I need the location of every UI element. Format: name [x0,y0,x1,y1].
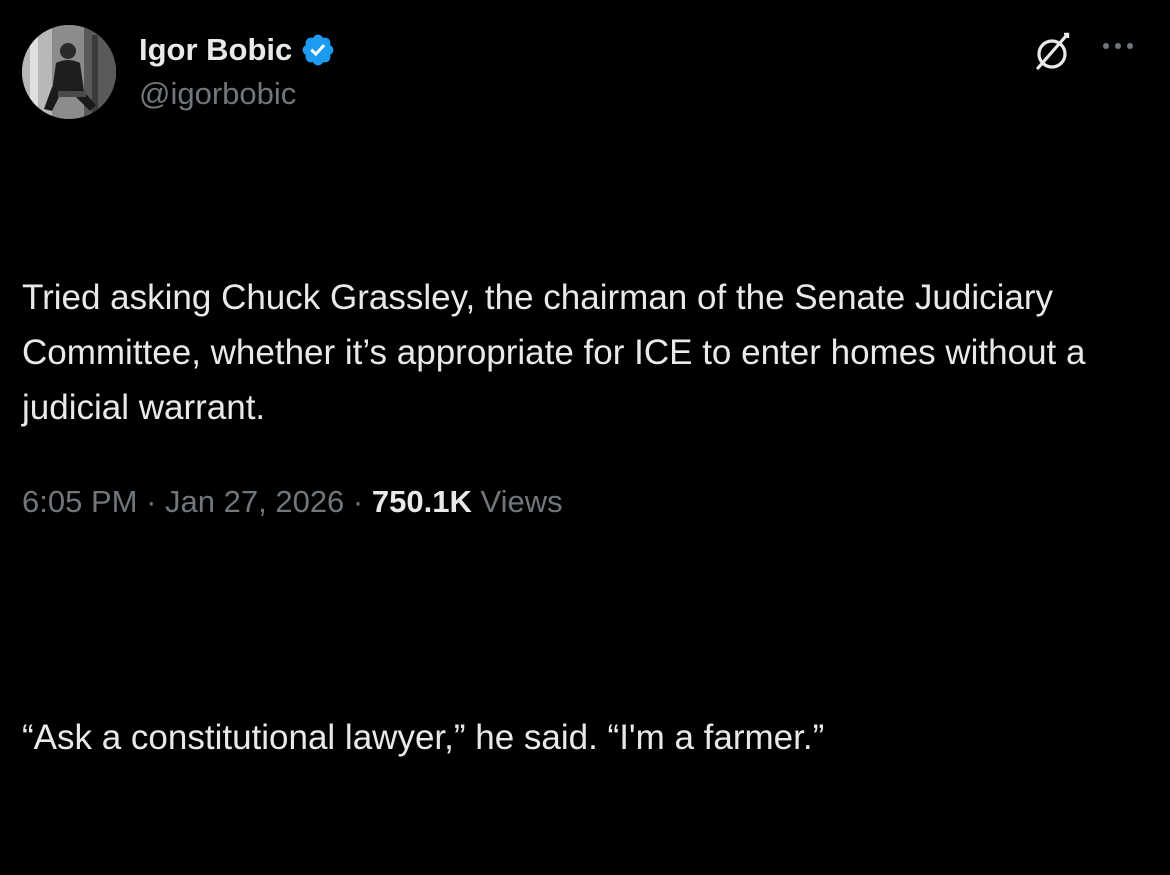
verified-badge-icon[interactable] [300,32,336,68]
more-options-icon[interactable] [1098,34,1138,58]
author-handle[interactable]: @igorbobic [139,76,296,112]
tweet-paragraph-1: Tried asking Chuck Grassley, the chairma… [22,278,1096,427]
meta-separator: · [146,484,165,519]
author-name-row: Igor Bobic [139,30,336,70]
tweet-time[interactable]: 6:05 PM [22,484,137,519]
views-label: Views [480,484,563,519]
tweet-paragraph-2: “Ask a constitutional lawyer,” he said. … [22,718,825,757]
avatar[interactable] [22,25,116,119]
separator-dot: · [352,484,364,519]
grok-icon[interactable] [1030,30,1074,74]
avatar-photo [22,25,116,119]
meta-separator: · [353,484,372,519]
tweet-meta: 6:05 PM · Jan 27, 2026 · 750.1K Views [22,484,563,520]
tweet-card: Igor Bobic @igorbobic Tried asking Chuck… [0,0,1170,757]
separator-dot: · [146,484,157,519]
author-name[interactable]: Igor Bobic [139,32,292,68]
tweet-date[interactable]: Jan 27, 2026 [165,484,344,519]
views-count[interactable]: 750.1K [372,484,472,519]
